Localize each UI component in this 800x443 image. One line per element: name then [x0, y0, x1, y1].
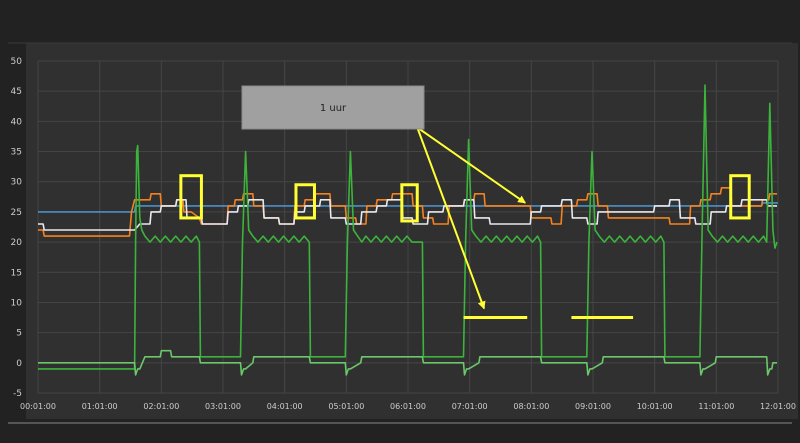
x-tick-label: 02:01:00	[143, 402, 179, 411]
x-tick-label: 10:01:00	[637, 402, 673, 411]
y-tick-label: -5	[13, 389, 22, 399]
x-tick-label: 07:01:00	[452, 402, 488, 411]
y-tick-label: 40	[11, 117, 23, 127]
x-tick-label: 06:01:00	[390, 402, 426, 411]
y-tick-label: 5	[16, 329, 22, 339]
y-tick-label: 15	[11, 268, 22, 278]
y-tick-label: 30	[11, 178, 23, 188]
x-tick-label: 05:01:00	[328, 402, 364, 411]
x-tick-label: 01:01:00	[82, 402, 118, 411]
y-tick-label: 0	[16, 359, 22, 369]
x-tick-label: 00:01:00	[20, 402, 56, 411]
annotation-label: 1 uur	[320, 103, 347, 114]
x-tick-label: 03:01:00	[205, 402, 241, 411]
x-tick-label: 08:01:00	[513, 402, 549, 411]
y-tick-label: 20	[11, 238, 23, 248]
x-tick-label: 09:01:00	[575, 402, 611, 411]
y-tick-label: 10	[11, 298, 23, 308]
x-tick-label: 12:01:00	[760, 402, 796, 411]
x-tick-label: 11:01:00	[698, 402, 734, 411]
y-tick-label: 45	[11, 87, 22, 97]
y-tick-label: 25	[11, 208, 22, 218]
line-chart: -5 0 5 10 15 20 25 30 35 40 45 50 00:01:00 01:01:00 0…	[0, 0, 800, 439]
y-tick-label: 50	[11, 57, 23, 67]
y-tick-label: 35	[11, 148, 22, 158]
chart-panel: -5 0 5 10 15 20 25 30 35 40 45 50 00:01:00 01:01:00 0…	[0, 0, 800, 439]
x-tick-label: 04:01:00	[267, 402, 303, 411]
